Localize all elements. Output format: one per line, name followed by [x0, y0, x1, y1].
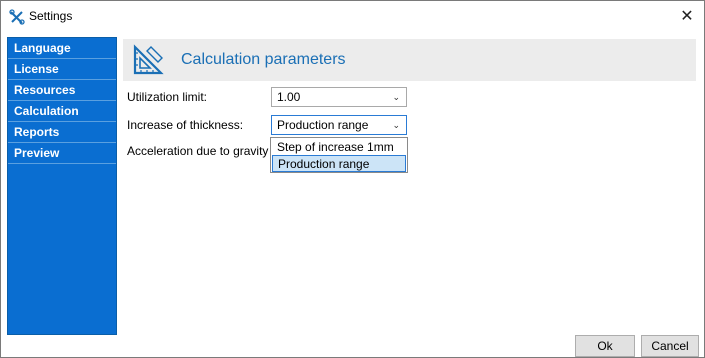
increase-of-thickness-dropdown: Step of increase 1mm Production range	[270, 137, 408, 173]
section-header: Calculation parameters	[123, 39, 696, 81]
chevron-down-icon: ⌄	[392, 120, 400, 130]
increase-of-thickness-select[interactable]: Production range ⌄	[271, 115, 407, 135]
dropdown-option-step[interactable]: Step of increase 1mm	[272, 139, 406, 156]
sidebar-item-license[interactable]: License	[8, 59, 116, 80]
increase-of-thickness-value: Production range	[277, 118, 369, 132]
utilization-limit-select[interactable]: 1.00 ⌄	[271, 87, 407, 107]
utilization-limit-value: 1.00	[277, 90, 301, 104]
sidebar: Language License Resources Calculation R…	[7, 37, 117, 335]
settings-tools-icon	[9, 9, 25, 25]
dropdown-option-production-range[interactable]: Production range	[272, 155, 406, 172]
utilization-limit-label: Utilization limit:	[127, 90, 208, 104]
cancel-button[interactable]: Cancel	[641, 335, 699, 357]
chevron-down-icon: ⌄	[392, 92, 400, 102]
sidebar-item-calculation[interactable]: Calculation	[8, 101, 116, 122]
ok-button[interactable]: Ok	[575, 335, 635, 357]
sidebar-item-language[interactable]: Language	[8, 38, 116, 59]
window-title: Settings	[29, 9, 73, 23]
acceleration-gravity-label: Acceleration due to gravity	[127, 144, 269, 158]
settings-window: Settings ✕ Language License Resources Ca…	[0, 0, 705, 358]
close-icon: ✕	[680, 8, 694, 25]
increase-of-thickness-label: Increase of thickness:	[127, 118, 244, 132]
title-bar: Settings ✕	[1, 1, 704, 31]
page-title: Calculation parameters	[181, 51, 346, 68]
sidebar-item-preview[interactable]: Preview	[8, 143, 116, 164]
sidebar-item-reports[interactable]: Reports	[8, 122, 116, 143]
sidebar-item-resources[interactable]: Resources	[8, 80, 116, 101]
close-button[interactable]: ✕	[670, 1, 704, 31]
set-square-ruler-icon	[133, 44, 164, 75]
